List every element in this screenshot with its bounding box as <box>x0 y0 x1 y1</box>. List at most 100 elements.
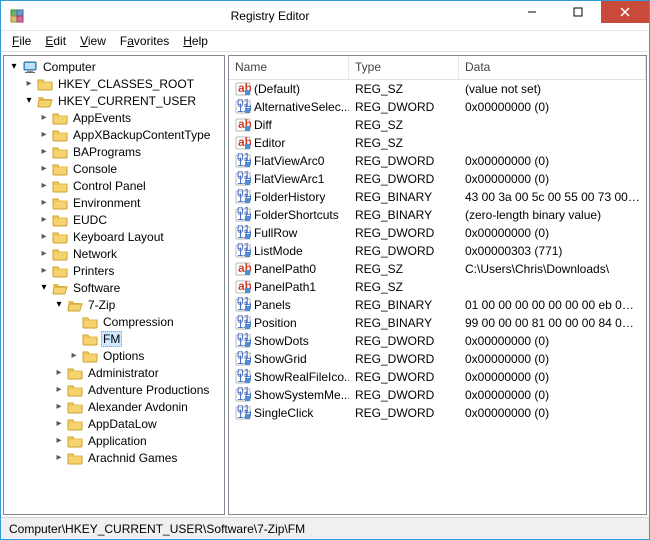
value-name: ShowRealFileIco... <box>254 370 349 384</box>
expander-icon[interactable]: ▸ <box>51 433 67 449</box>
value-type: REG_DWORD <box>349 172 459 186</box>
tree-key[interactable]: ▸ Arachnid Games <box>51 449 224 466</box>
list-row[interactable]: DiffREG_SZ <box>229 116 646 134</box>
value-type: REG_DWORD <box>349 226 459 240</box>
value-data: 0x00000000 (0) <box>459 406 646 420</box>
tree-key[interactable]: ▸ Options <box>66 347 224 364</box>
list-row[interactable]: FolderHistoryREG_BINARY43 00 3a 00 5c 00… <box>229 188 646 206</box>
expander-icon[interactable]: ▾ <box>6 59 22 75</box>
tree-key[interactable]: ▸Alexander Avdonin <box>51 398 224 415</box>
list-row[interactable]: FullRowREG_DWORD0x00000000 (0) <box>229 224 646 242</box>
tree-key[interactable]: ▸ BAPrograms <box>36 143 224 160</box>
tree-label: Adventure Productions <box>86 383 211 397</box>
tree-key[interactable]: ▸Administrator <box>51 364 224 381</box>
value-type: REG_SZ <box>349 262 459 276</box>
value-data: C:\Users\Chris\Downloads\ <box>459 262 646 276</box>
maximize-button[interactable] <box>555 1 601 23</box>
list-row[interactable]: EditorREG_SZ <box>229 134 646 152</box>
expander-icon[interactable]: ▸ <box>51 382 67 398</box>
tree-label: AppEvents <box>71 111 133 125</box>
col-type[interactable]: Type <box>349 56 459 79</box>
list-row[interactable]: PanelsREG_BINARY01 00 00 00 00 00 00 00 … <box>229 296 646 314</box>
tree-key[interactable]: ▸Network <box>36 245 224 262</box>
tree-key[interactable]: ▸Console <box>36 160 224 177</box>
tree-key[interactable]: Compression <box>66 313 224 330</box>
list-row[interactable]: AlternativeSelec...REG_DWORD0x00000000 (… <box>229 98 646 116</box>
expander-icon[interactable]: ▸ <box>36 110 52 126</box>
menu-help[interactable]: Help <box>176 32 215 50</box>
list-row[interactable]: ListModeREG_DWORD0x00000303 (771) <box>229 242 646 260</box>
tree-key[interactable]: ▸EUDC <box>36 211 224 228</box>
list-row[interactable]: (Default)REG_SZ(value not set) <box>229 80 646 98</box>
expander-icon[interactable]: ▸ <box>36 161 52 177</box>
tree-key[interactable]: ▸AppDataLow <box>51 415 224 432</box>
tree-label: BAPrograms <box>71 145 143 159</box>
close-button[interactable] <box>601 1 649 23</box>
expander-icon[interactable]: ▸ <box>36 178 52 194</box>
tree-key[interactable]: ▾7-Zip <box>51 296 224 313</box>
tree-root[interactable]: ▾Computer <box>6 58 224 75</box>
binary-value-icon <box>235 405 251 421</box>
list-row[interactable]: ShowRealFileIco...REG_DWORD0x00000000 (0… <box>229 368 646 386</box>
tree-key[interactable]: ▸Printers <box>36 262 224 279</box>
tree-key[interactable]: ▸Environment <box>36 194 224 211</box>
expander-icon[interactable]: ▸ <box>36 246 52 262</box>
menu-file[interactable]: File <box>5 32 38 50</box>
tree-label: AppXBackupContentType <box>71 128 212 142</box>
value-type: REG_DWORD <box>349 334 459 348</box>
tree-key[interactable]: ▾Software <box>36 279 224 296</box>
list-row[interactable]: PositionREG_BINARY99 00 00 00 81 00 00 0… <box>229 314 646 332</box>
menu-view[interactable]: View <box>73 32 113 50</box>
expander-icon[interactable]: ▸ <box>36 212 52 228</box>
expander-icon[interactable]: ▸ <box>36 144 52 160</box>
minimize-button[interactable] <box>509 1 555 23</box>
tree-key[interactable]: ▸ Adventure Productions <box>51 381 224 398</box>
tree-hive[interactable]: ▾HKEY_CURRENT_USER <box>21 92 224 109</box>
expander-icon[interactable]: ▸ <box>66 348 82 364</box>
expander-icon[interactable]: ▸ <box>36 195 52 211</box>
col-data[interactable]: Data <box>459 56 646 79</box>
value-name: FullRow <box>254 226 297 240</box>
value-name: Diff <box>254 118 272 132</box>
value-name: ShowSystemMe... <box>254 388 349 402</box>
expander-icon[interactable]: ▸ <box>36 263 52 279</box>
tree-key[interactable]: ▸Keyboard Layout <box>36 228 224 245</box>
list-row[interactable]: ShowGridREG_DWORD0x00000000 (0) <box>229 350 646 368</box>
list-pane[interactable]: Name Type Data (Default)REG_SZ(value not… <box>228 55 647 515</box>
list-row[interactable]: FlatViewArc1REG_DWORD0x00000000 (0) <box>229 170 646 188</box>
expander-icon[interactable]: ▾ <box>21 93 37 109</box>
expander-icon[interactable]: ▾ <box>36 280 52 296</box>
tree-key[interactable]: FM <box>66 330 224 347</box>
string-value-icon <box>235 117 251 133</box>
expander-icon[interactable]: ▸ <box>21 76 37 92</box>
list-row[interactable]: SingleClickREG_DWORD0x00000000 (0) <box>229 404 646 422</box>
list-row[interactable]: ShowSystemMe...REG_DWORD0x00000000 (0) <box>229 386 646 404</box>
list-row[interactable]: ShowDotsREG_DWORD0x00000000 (0) <box>229 332 646 350</box>
expander-icon[interactable]: ▸ <box>51 416 67 432</box>
col-name[interactable]: Name <box>229 56 349 79</box>
tree-key[interactable]: ▸ AppEvents <box>36 109 224 126</box>
tree-label: Options <box>101 349 146 363</box>
expander-icon[interactable]: ▸ <box>51 399 67 415</box>
menu-edit[interactable]: Edit <box>38 32 73 50</box>
expander-icon[interactable]: ▸ <box>36 229 52 245</box>
list-row[interactable]: PanelPath0REG_SZC:\Users\Chris\Downloads… <box>229 260 646 278</box>
value-data: 0x00000303 (771) <box>459 244 646 258</box>
tree-pane[interactable]: ▾Computer▸HKEY_CLASSES_ROOT▾HKEY_CURRENT… <box>3 55 225 515</box>
list-row[interactable]: FolderShortcutsREG_BINARY(zero-length bi… <box>229 206 646 224</box>
list-row[interactable]: FlatViewArc0REG_DWORD0x00000000 (0) <box>229 152 646 170</box>
expander-icon[interactable]: ▸ <box>51 450 67 466</box>
menu-favorites[interactable]: Favorites <box>113 32 176 50</box>
tree-hive[interactable]: ▸HKEY_CLASSES_ROOT <box>21 75 224 92</box>
value-data: (value not set) <box>459 82 646 96</box>
expander-icon[interactable]: ▾ <box>51 297 67 313</box>
list-row[interactable]: PanelPath1REG_SZ <box>229 278 646 296</box>
tree-key[interactable]: ▸ AppXBackupContentType <box>36 126 224 143</box>
tree-label: Arachnid Games <box>86 451 179 465</box>
expander-icon[interactable]: ▸ <box>51 365 67 381</box>
value-type: REG_DWORD <box>349 100 459 114</box>
binary-value-icon <box>235 243 251 259</box>
expander-icon[interactable]: ▸ <box>36 127 52 143</box>
tree-key[interactable]: ▸Control Panel <box>36 177 224 194</box>
tree-key[interactable]: ▸Application <box>51 432 224 449</box>
